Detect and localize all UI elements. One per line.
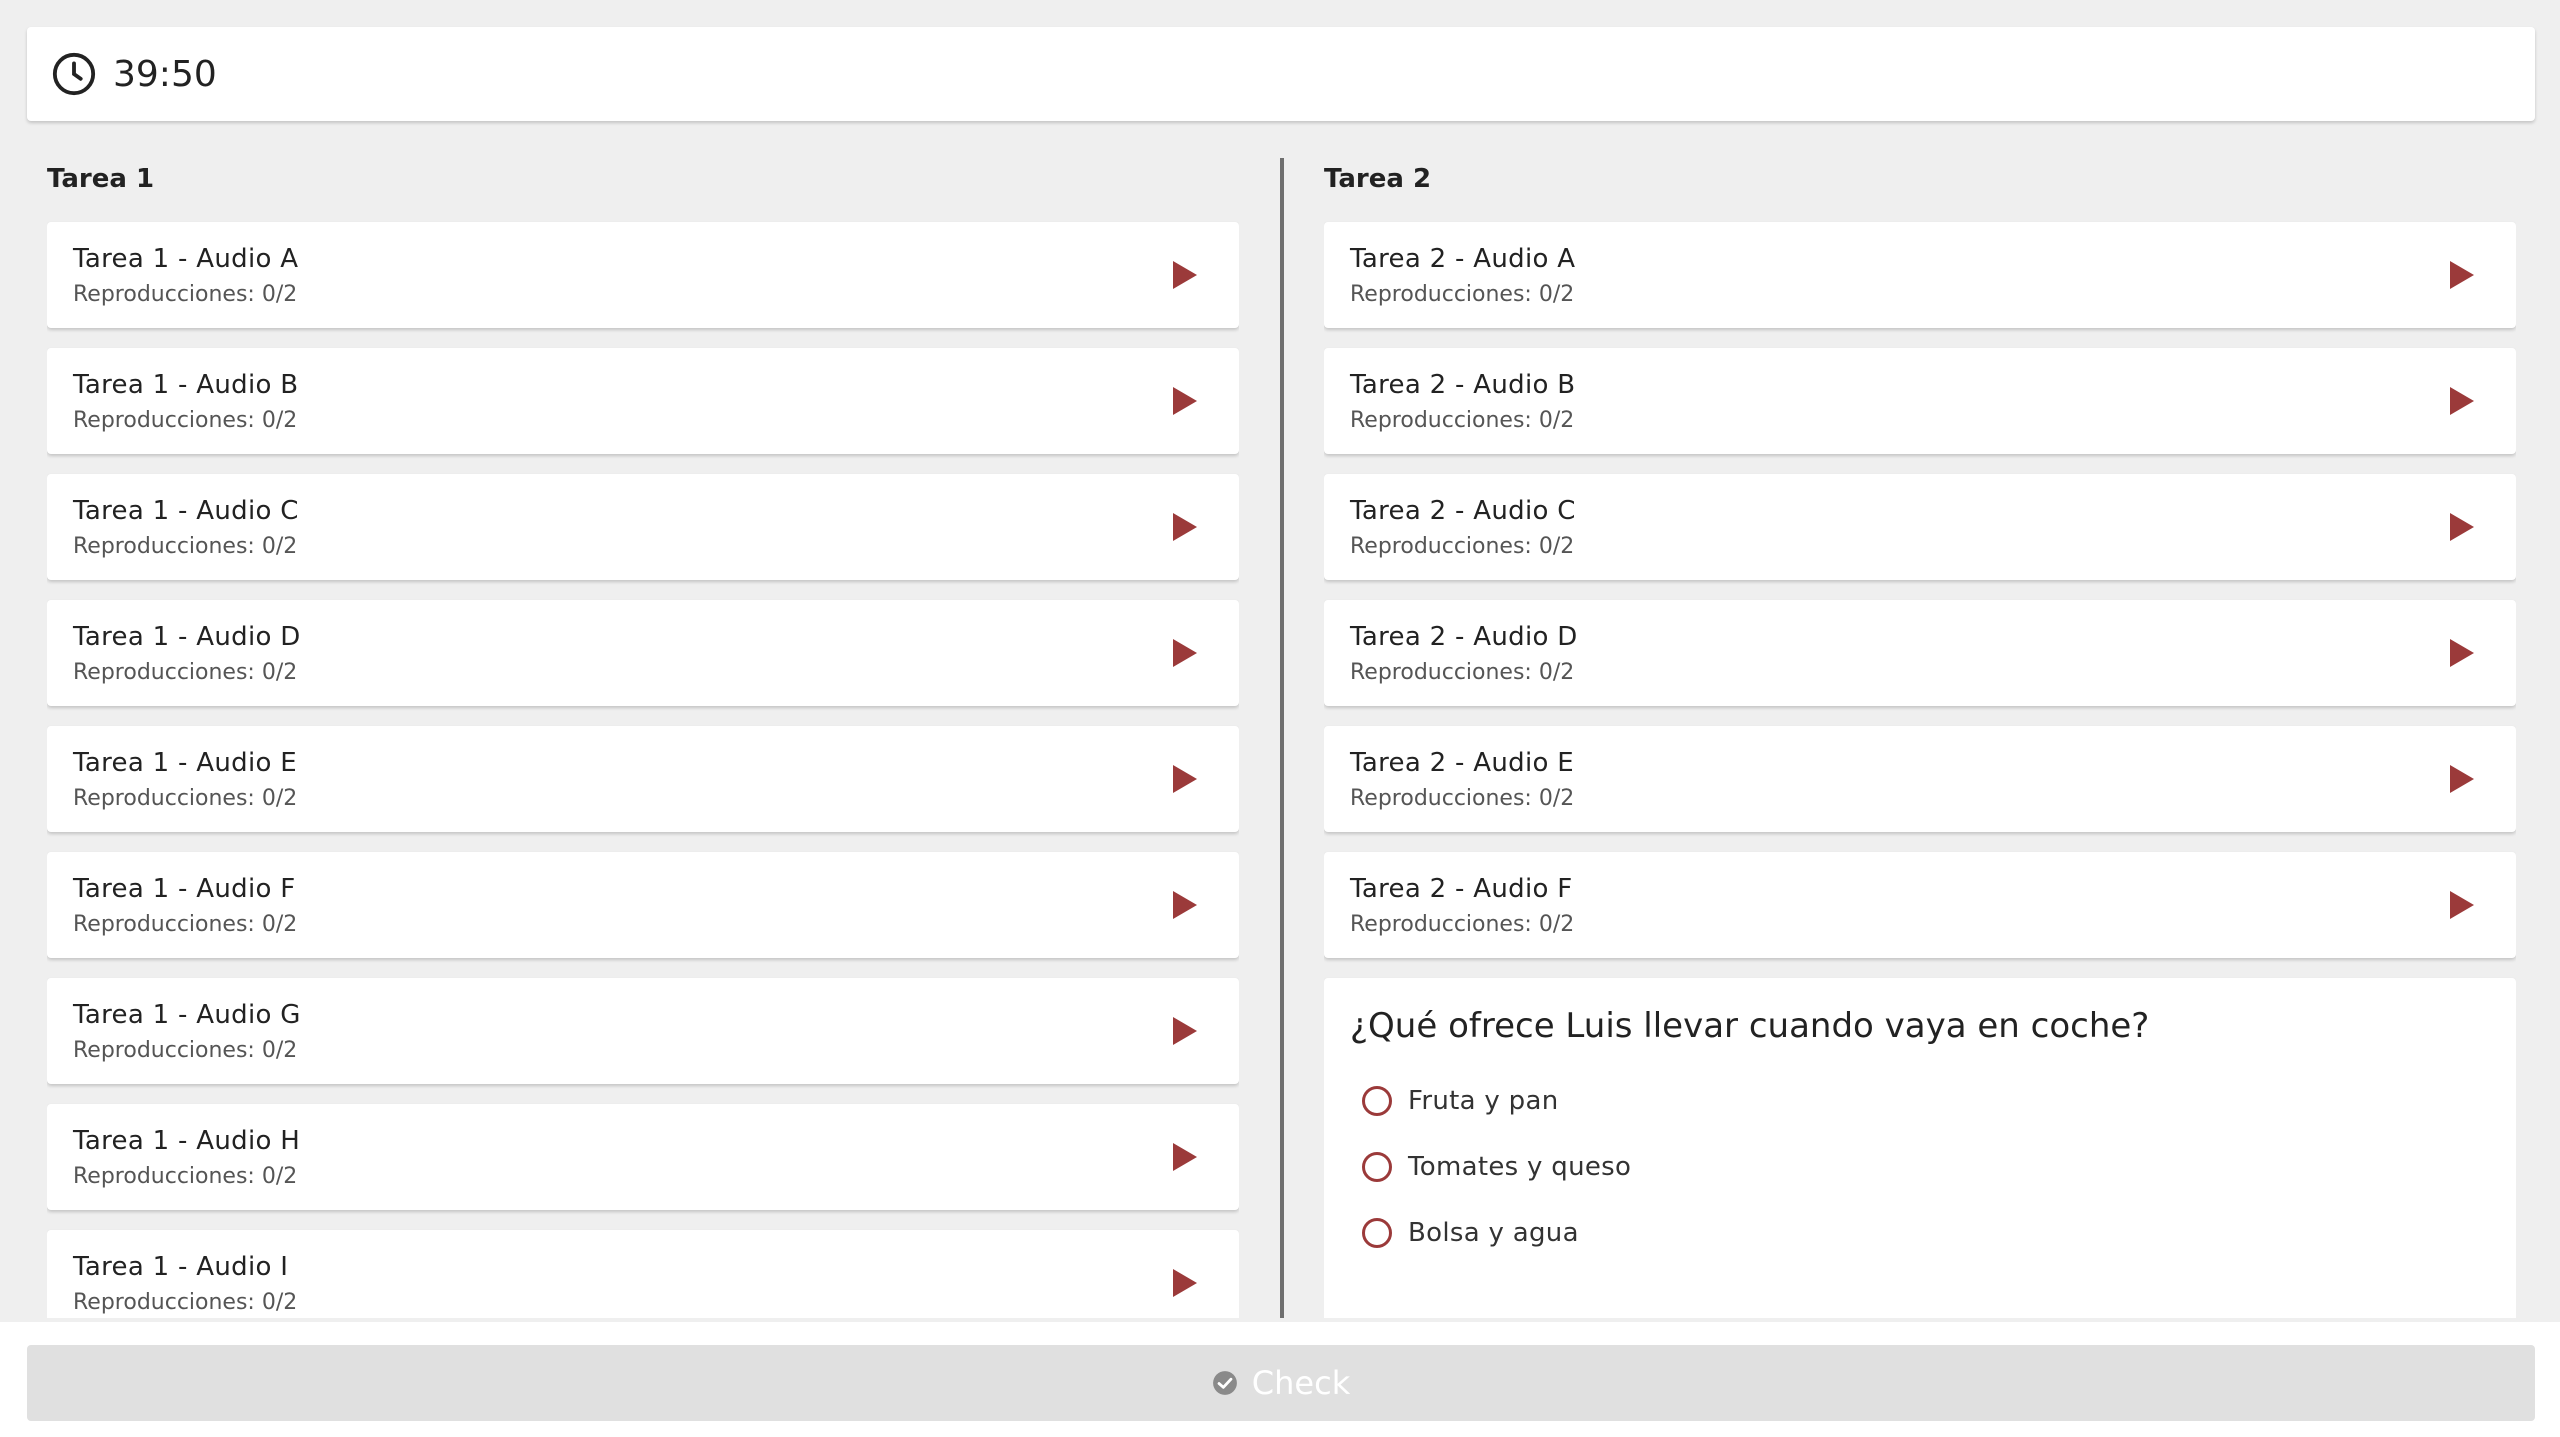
audio-plays: Reproducciones: 0/2 xyxy=(73,407,298,433)
play-icon xyxy=(2450,513,2474,541)
play-icon xyxy=(1173,261,1197,289)
audio-plays: Reproducciones: 0/2 xyxy=(1350,659,1575,685)
play-button[interactable] xyxy=(2434,499,2490,555)
audio-card: Tarea 1 - Audio B Reproducciones: 0/2 xyxy=(47,348,1239,454)
question-text: ¿Qué ofrece Luis llevar cuando vaya en c… xyxy=(1350,1006,2150,1046)
audio-plays: Reproducciones: 0/2 xyxy=(73,533,298,559)
play-button[interactable] xyxy=(2434,877,2490,933)
clock-icon xyxy=(52,52,96,96)
audio-title: Tarea 2 - Audio C xyxy=(1350,495,1576,526)
audio-card: Tarea 1 - Audio D Reproducciones: 0/2 xyxy=(47,600,1239,706)
audio-card: Tarea 2 - Audio E Reproducciones: 0/2 xyxy=(1324,726,2516,832)
play-icon xyxy=(1173,1269,1197,1297)
audio-card: Tarea 2 - Audio C Reproducciones: 0/2 xyxy=(1324,474,2516,580)
audio-card: Tarea 1 - Audio E Reproducciones: 0/2 xyxy=(47,726,1239,832)
option-label: Tomates y queso xyxy=(1408,1152,1632,1182)
audio-plays: Reproducciones: 0/2 xyxy=(73,281,298,307)
audio-title: Tarea 2 - Audio D xyxy=(1350,621,1578,652)
audio-title: Tarea 1 - Audio H xyxy=(73,1125,301,1156)
audio-plays: Reproducciones: 0/2 xyxy=(1350,785,1575,811)
check-label: Check xyxy=(1251,1364,1351,1402)
audio-title: Tarea 2 - Audio F xyxy=(1350,873,1573,904)
audio-title: Tarea 1 - Audio C xyxy=(73,495,299,526)
play-icon xyxy=(1173,513,1197,541)
timer-value: 39:50 xyxy=(113,53,217,95)
audio-card: Tarea 1 - Audio C Reproducciones: 0/2 xyxy=(47,474,1239,580)
play-button[interactable] xyxy=(1157,877,1213,933)
audio-plays: Reproducciones: 0/2 xyxy=(1350,911,1575,937)
audio-plays: Reproducciones: 0/2 xyxy=(73,1037,298,1063)
audio-card: Tarea 1 - Audio A Reproducciones: 0/2 xyxy=(47,222,1239,328)
play-button[interactable] xyxy=(1157,625,1213,681)
play-icon xyxy=(1173,1017,1197,1045)
audio-card: Tarea 1 - Audio F Reproducciones: 0/2 xyxy=(47,852,1239,958)
audio-plays: Reproducciones: 0/2 xyxy=(73,785,298,811)
audio-card: Tarea 1 - Audio G Reproducciones: 0/2 xyxy=(47,978,1239,1084)
audio-card: Tarea 1 - Audio H Reproducciones: 0/2 xyxy=(47,1104,1239,1210)
answer-option[interactable]: Bolsa y agua xyxy=(1350,1200,2490,1266)
play-button[interactable] xyxy=(2434,247,2490,303)
play-button[interactable] xyxy=(1157,751,1213,807)
audio-plays: Reproducciones: 0/2 xyxy=(1350,533,1575,559)
timer-bar: 39:50 xyxy=(27,27,2535,121)
play-icon xyxy=(1173,1143,1197,1171)
play-button[interactable] xyxy=(1157,1003,1213,1059)
option-label: Bolsa y agua xyxy=(1408,1218,1579,1248)
audio-title: Tarea 1 - Audio I xyxy=(73,1251,289,1282)
play-button[interactable] xyxy=(1157,499,1213,555)
option-label: Fruta y pan xyxy=(1408,1086,1559,1116)
radio-button[interactable] xyxy=(1362,1152,1392,1182)
tarea-2-column[interactable]: Tarea 2 Tarea 2 - Audio A Reproducciones:… xyxy=(1324,158,2516,1318)
audio-plays: Reproducciones: 0/2 xyxy=(73,659,298,685)
play-button[interactable] xyxy=(1157,373,1213,429)
audio-card: Tarea 2 - Audio A Reproducciones: 0/2 xyxy=(1324,222,2516,328)
play-button[interactable] xyxy=(2434,625,2490,681)
audio-title: Tarea 1 - Audio F xyxy=(73,873,296,904)
check-circle-icon xyxy=(1212,1371,1237,1395)
audio-plays: Reproducciones: 0/2 xyxy=(73,1163,298,1189)
bottom-bar: Check xyxy=(0,1322,2560,1437)
play-icon xyxy=(1173,765,1197,793)
audio-title: Tarea 2 - Audio E xyxy=(1350,747,1574,778)
answer-option[interactable]: Tomates y queso xyxy=(1350,1134,2490,1200)
tarea-1-column[interactable]: Tarea 1 Tarea 1 - Audio A Reproducciones:… xyxy=(47,158,1239,1318)
play-icon xyxy=(2450,261,2474,289)
play-button[interactable] xyxy=(2434,373,2490,429)
audio-title: Tarea 1 - Audio D xyxy=(73,621,301,652)
audio-plays: Reproducciones: 0/2 xyxy=(1350,407,1575,433)
play-button[interactable] xyxy=(1157,1129,1213,1185)
audio-title: Tarea 2 - Audio A xyxy=(1350,243,1576,274)
tarea-1-title: Tarea 1 xyxy=(47,164,155,194)
audio-card: Tarea 2 - Audio F Reproducciones: 0/2 xyxy=(1324,852,2516,958)
play-icon xyxy=(2450,765,2474,793)
play-button[interactable] xyxy=(1157,1255,1213,1311)
audio-title: Tarea 2 - Audio B xyxy=(1350,369,1576,400)
audio-plays: Reproducciones: 0/2 xyxy=(1350,281,1575,307)
tarea-2-title: Tarea 2 xyxy=(1324,164,1432,194)
audio-title: Tarea 1 - Audio G xyxy=(73,999,301,1030)
play-icon xyxy=(2450,891,2474,919)
column-divider xyxy=(1280,158,1284,1318)
question-card: ¿Qué ofrece Luis llevar cuando vaya en c… xyxy=(1324,978,2516,1318)
audio-card: Tarea 2 - Audio B Reproducciones: 0/2 xyxy=(1324,348,2516,454)
play-button[interactable] xyxy=(1157,247,1213,303)
audio-plays: Reproducciones: 0/2 xyxy=(73,1289,298,1315)
play-icon xyxy=(1173,387,1197,415)
audio-card: Tarea 1 - Audio I Reproducciones: 0/2 xyxy=(47,1230,1239,1318)
audio-title: Tarea 1 - Audio B xyxy=(73,369,299,400)
radio-button[interactable] xyxy=(1362,1218,1392,1248)
play-button[interactable] xyxy=(2434,751,2490,807)
play-icon xyxy=(1173,639,1197,667)
check-button[interactable]: Check xyxy=(27,1345,2535,1421)
audio-plays: Reproducciones: 0/2 xyxy=(73,911,298,937)
audio-card: Tarea 2 - Audio D Reproducciones: 0/2 xyxy=(1324,600,2516,706)
play-icon xyxy=(2450,387,2474,415)
play-icon xyxy=(2450,639,2474,667)
play-icon xyxy=(1173,891,1197,919)
audio-title: Tarea 1 - Audio A xyxy=(73,243,299,274)
radio-button[interactable] xyxy=(1362,1086,1392,1116)
answer-option[interactable]: Fruta y pan xyxy=(1350,1068,2490,1134)
audio-title: Tarea 1 - Audio E xyxy=(73,747,297,778)
